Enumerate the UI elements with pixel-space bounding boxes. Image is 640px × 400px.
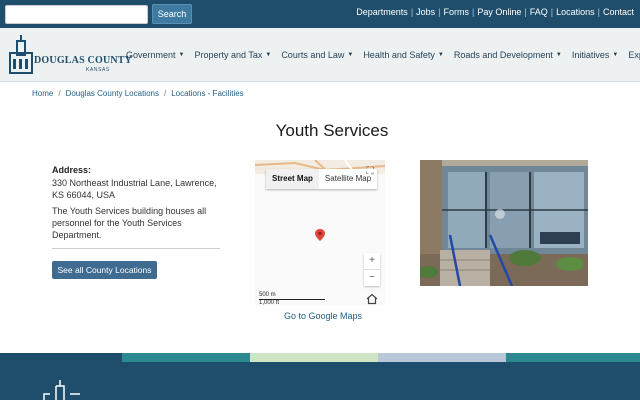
search-input[interactable] [5, 5, 148, 24]
facility-photo [420, 160, 588, 286]
breadcrumb: Home / Douglas County Locations / Locati… [32, 89, 244, 98]
caret-down-icon: ▼ [347, 52, 354, 58]
address-text: 330 Northeast Industrial Lane, Lawrence,… [52, 178, 217, 200]
logo-state: KANSAS [86, 67, 110, 73]
facility-description: The Youth Services building houses all p… [52, 206, 207, 240]
nav-item-health-safety[interactable]: Health and Safety ▼ [363, 50, 444, 60]
breadcrumb-separator: / [58, 89, 61, 98]
scale-imperial: 1,000 ft [259, 300, 280, 306]
caret-down-icon: ▼ [265, 52, 272, 58]
caret-down-icon: ▼ [612, 52, 619, 58]
nav-label: Property and Tax [194, 50, 263, 60]
divider [52, 248, 220, 249]
breadcrumb-separator: / [163, 89, 167, 98]
nav-item-courts-law[interactable]: Courts and Law ▼ [281, 50, 353, 60]
breadcrumb-facilities[interactable]: Locations - Facilities [171, 89, 243, 98]
breadcrumb-home[interactable]: Home [32, 89, 53, 98]
nav-label: Government [126, 50, 176, 60]
scale-metric: 500 m [259, 292, 276, 298]
map-type-control: Street Map Satellite Map [266, 169, 378, 189]
primary-nav: Government ▼ Property and Tax ▼ Courts and… [126, 50, 640, 60]
nav-label: Health and Safety [363, 50, 435, 60]
zoom-in-button[interactable]: + [364, 253, 380, 269]
footer-logo-icon [43, 380, 80, 400]
utility-links: Departments | Jobs | Forms | Pay Online | FA… [356, 7, 634, 17]
logo-name: DOUGLAS COUNTY [34, 55, 133, 66]
utility-link-pay-online[interactable]: Pay Online [477, 7, 521, 17]
nav-label: Roads and Development [453, 50, 553, 60]
breadcrumb-county-locations[interactable]: Douglas County Locations [66, 89, 159, 98]
fullscreen-icon[interactable]: ⛶ [363, 165, 377, 179]
nav-label: Explore [628, 50, 640, 60]
search-button[interactable]: Search [152, 4, 192, 24]
county-logo[interactable]: DOUGLAS COUNTY KANSAS [8, 35, 132, 75]
caret-down-icon: ▼ [555, 52, 562, 58]
nav-item-property-tax[interactable]: Property and Tax ▼ [194, 50, 271, 60]
utility-link-departments[interactable]: Departments [356, 7, 408, 17]
utility-link-jobs[interactable]: Jobs [416, 7, 435, 17]
zoom-out-button[interactable]: − [364, 270, 380, 286]
caret-down-icon: ▼ [437, 52, 444, 58]
map-pin-icon[interactable] [315, 229, 325, 241]
nav-item-roads-development[interactable]: Roads and Development ▼ [454, 50, 562, 60]
google-maps-link[interactable]: Go to Google Maps [284, 311, 362, 321]
location-map[interactable]: Street Map Satellite Map ⛶ + − 500 m 1,0… [255, 160, 385, 306]
nav-item-government[interactable]: Government ▼ [126, 50, 184, 60]
map-tab-street[interactable]: Street Map [266, 169, 319, 189]
zoom-control: + − [364, 253, 380, 286]
utility-link-faq[interactable]: FAQ [530, 7, 548, 17]
page-title: Youth Services [275, 121, 389, 140]
top-bar: Search Departments | Jobs | Forms | Pay Onl… [0, 0, 640, 28]
utility-link-contact[interactable]: Contact [603, 7, 634, 17]
main-nav-bar: DOUGLAS COUNTY KANSAS Government ▼ Proper… [0, 28, 640, 82]
site-footer [0, 362, 640, 400]
nav-item-explore[interactable]: Explore▼ [628, 50, 640, 60]
nav-item-initiatives[interactable]: Initiatives ▼ [572, 50, 618, 60]
nav-label: Initiatives [571, 50, 610, 60]
footer-color-stripes [0, 353, 640, 362]
see-all-locations-button[interactable]: See all County Locations [52, 261, 157, 279]
address-label: Address: [52, 165, 92, 175]
map-scale: 500 m 1,000 ft [259, 292, 325, 306]
nav-label: Courts and Law [281, 50, 345, 60]
home-icon[interactable] [365, 293, 379, 305]
utility-link-forms[interactable]: Forms [444, 7, 470, 17]
utility-link-locations[interactable]: Locations [556, 7, 595, 17]
caret-down-icon: ▼ [178, 52, 185, 58]
